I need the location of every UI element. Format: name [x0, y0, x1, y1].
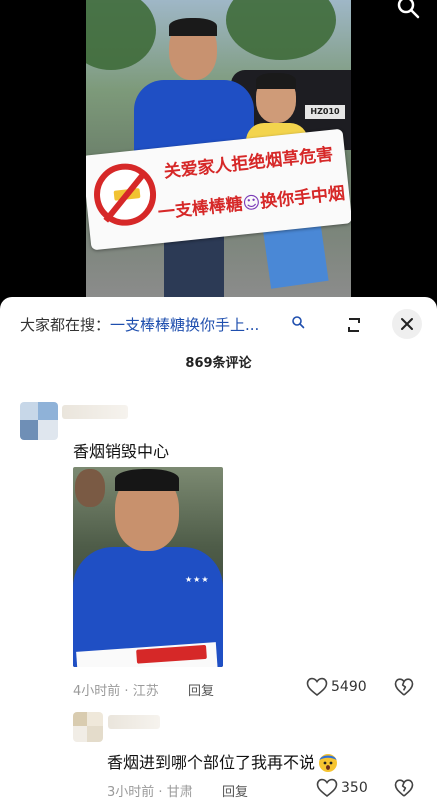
comment-text: 香烟销毁中心 [73, 442, 170, 461]
broken-heart-icon[interactable] [394, 778, 414, 798]
username-blur[interactable] [108, 715, 160, 729]
heart-icon[interactable] [306, 677, 328, 697]
comment-count: 869条评论 [185, 356, 252, 371]
search-suggestion[interactable]: 大家都在搜：一支棒棒糖换你手上... [20, 314, 259, 335]
search-prefix: 大家都在搜： [20, 316, 111, 334]
close-button[interactable] [392, 309, 422, 339]
avatar[interactable] [20, 402, 58, 440]
sign-line-2: 一支棒棒糖☺换你手中烟 [157, 183, 346, 224]
search-icon[interactable] [395, 0, 421, 20]
like-count: 350 [341, 780, 368, 796]
expand-icon[interactable] [340, 311, 368, 339]
broken-heart-icon[interactable] [394, 677, 414, 697]
heart-icon[interactable] [316, 778, 338, 798]
shocked-emoji-icon [319, 754, 338, 772]
comment-text: 香烟进到哪个部位了我再不说 [107, 749, 339, 773]
video-frame: HZ010 关爱家人拒绝烟草危害 一支棒棒糖☺换你手中烟 [86, 0, 351, 300]
comment-meta: 4小时前 · 江苏 [73, 684, 159, 699]
search-keyword[interactable]: 一支棒棒糖换你手上... [110, 316, 259, 334]
avatar[interactable] [73, 712, 103, 742]
no-smoking-icon [90, 160, 160, 229]
comment-meta: 3小时前 · 甘肃 [107, 785, 193, 800]
comment-sheet: 大家都在搜：一支棒棒糖换你手上... 869条评论 香烟销毁中心 ★★★ 4小时… [0, 297, 437, 800]
close-icon [401, 318, 413, 330]
reply-button[interactable]: 回复 [188, 680, 214, 699]
reply-button[interactable]: 回复 [222, 781, 248, 800]
sign-line-1: 关爱家人拒绝烟草危害 [162, 144, 335, 183]
video-player[interactable]: HZ010 关爱家人拒绝烟草危害 一支棒棒糖☺换你手中烟 [0, 0, 437, 300]
like-count: 5490 [331, 679, 367, 695]
search-icon[interactable] [291, 315, 305, 329]
comment-image[interactable]: ★★★ [73, 467, 223, 667]
username-blur[interactable] [62, 405, 128, 419]
